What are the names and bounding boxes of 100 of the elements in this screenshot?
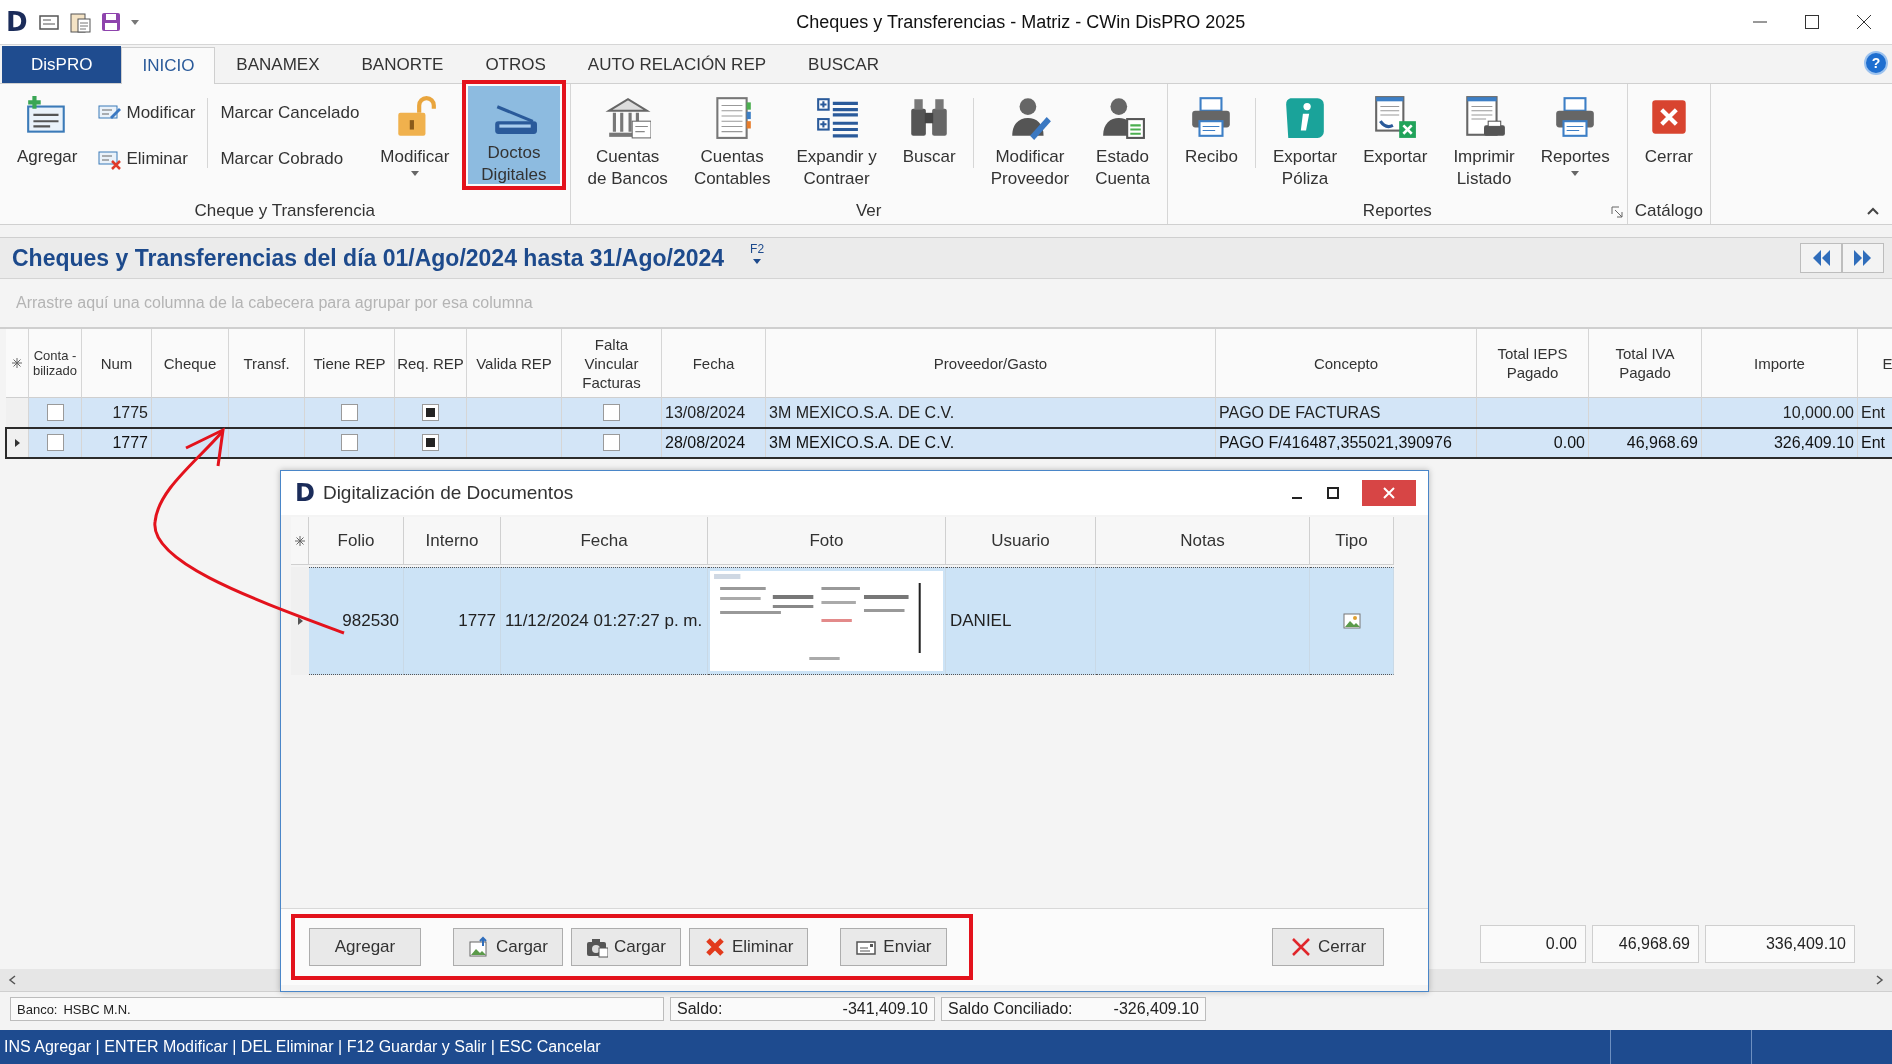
table-cell: DANIEL [946, 567, 1096, 675]
column-header[interactable]: Cheque [152, 329, 229, 398]
column-header[interactable]: Falta Vincular Facturas [562, 329, 662, 398]
column-header[interactable]: Total IVA Pagado [1589, 329, 1702, 398]
ribbon-button[interactable]: Exportar Póliza [1259, 90, 1351, 188]
column-header[interactable]: Fecha [662, 329, 766, 398]
dialog-button[interactable]: Cargar [570, 928, 681, 966]
file-tab[interactable]: DisPRO [2, 46, 122, 83]
checkbox[interactable] [341, 404, 358, 421]
save-icon[interactable] [99, 11, 122, 33]
row-indicator-icon [13, 438, 21, 447]
table-cell: 982530 [309, 567, 404, 675]
row-selector[interactable] [6, 428, 29, 457]
close-icon [1382, 486, 1396, 500]
ribbon-button[interactable]: Eliminar [98, 144, 196, 174]
close-icon[interactable] [1856, 14, 1872, 30]
column-header[interactable]: Tipo [1310, 517, 1394, 565]
clipboard-icon[interactable] [67, 10, 92, 34]
dialog-button[interactable]: Eliminar [688, 928, 809, 966]
column-header[interactable]: E [1858, 329, 1892, 398]
table-cell: 3M MEXICO.S.A. DE C.V. [766, 428, 1216, 457]
ribbon-button[interactable]: Estado Cuenta [1082, 90, 1163, 188]
close-button[interactable] [1362, 480, 1416, 506]
maximize-icon[interactable] [1326, 486, 1340, 500]
maximize-icon[interactable] [1804, 14, 1820, 30]
column-header[interactable]: Num [82, 329, 152, 398]
ribbon-button[interactable]: Recibo [1171, 90, 1251, 188]
ribbon-button[interactable]: Modificar [367, 90, 463, 188]
table-cell: 10,000.00 [1702, 398, 1858, 427]
column-header[interactable]: Tiene REP [305, 329, 395, 398]
column-header[interactable]: Concepto [1216, 329, 1477, 398]
column-header[interactable]: Interno [404, 517, 501, 565]
checkbox[interactable] [603, 434, 620, 451]
ribbon-button[interactable]: Marcar Cobrado [220, 144, 360, 174]
help-button[interactable]: ? [1864, 51, 1888, 75]
ribbon-tab[interactable]: AUTO RELACIÓN REP [566, 46, 788, 83]
grid-title: Cheques y Transferencias del día 01/Ago/2024 hasta 31/Ago/2024 [12, 244, 725, 272]
dialog-launcher-icon[interactable] [1610, 206, 1623, 218]
table-row[interactable]: 1775 13/08/2024 3M MEXICO.S.A. DE C.V. PAGO DE FACTURAS 10,000.00 Ent [6, 398, 1892, 428]
ribbon-button[interactable]: Marcar Cancelado [220, 98, 360, 128]
double-chevron-right-icon [1852, 247, 1874, 269]
ribbon-tab[interactable]: BANAMEX [215, 46, 341, 83]
ribbon-button[interactable]: Agregar [4, 90, 91, 188]
ribbon-tab[interactable]: BANORTE [340, 46, 465, 83]
column-header[interactable]: Req. REP [395, 329, 467, 398]
ribbon-button[interactable]: Doctos Digitales [468, 86, 560, 184]
scroll-left-icon[interactable] [8, 975, 18, 985]
excel-export-icon [1372, 94, 1419, 140]
status-label: Saldo: [677, 1000, 723, 1018]
scroll-right-icon[interactable] [1874, 975, 1884, 985]
column-header[interactable]: Folio [309, 517, 404, 565]
dialog-button[interactable]: Cargar [453, 928, 563, 966]
checkbox[interactable] [422, 404, 439, 421]
table-row[interactable]: 1777 28/08/2024 3M MEXICO.S.A. DE C.V. PAGO F/416487,355021,390976 0.00 46,968.69 326,409.10 Ent [6, 428, 1892, 458]
ribbon-button[interactable]: Cerrar [1631, 90, 1706, 188]
app-logo: D [6, 7, 28, 37]
column-header[interactable]: Notas [1096, 517, 1310, 565]
column-header[interactable]: Usuario [946, 517, 1096, 565]
previous-button[interactable] [1800, 243, 1842, 273]
total-cell: 46,968.69 [1592, 925, 1699, 963]
ribbon-button[interactable]: Buscar [889, 90, 969, 188]
table-cell: 3M MEXICO.S.A. DE C.V. [766, 398, 1216, 427]
ribbon-button[interactable]: Exportar [1350, 90, 1441, 188]
table-cell: 1777 [404, 567, 501, 675]
column-header[interactable]: Proveedor/Gasto [766, 329, 1216, 398]
ribbon-tab[interactable]: INICIO [121, 47, 216, 84]
row-indicator-icon [296, 617, 304, 625]
ribbon-button[interactable]: Modificar [98, 98, 196, 128]
checkbox[interactable] [46, 434, 64, 451]
column-header[interactable]: Fecha [501, 517, 708, 565]
ribbon-button[interactable]: Imprimir Listado [1440, 90, 1528, 188]
table-cell: PAGO F/416487,355021,390976 [1216, 428, 1477, 457]
checkbox[interactable] [422, 434, 439, 451]
column-header[interactable]: Valida REP [467, 329, 562, 398]
ribbon-button[interactable]: Cuentas de Bancos [574, 90, 681, 188]
next-button[interactable] [1842, 243, 1884, 273]
checkbox[interactable] [341, 434, 358, 451]
ribbon-button[interactable]: Modificar Proveedor [977, 90, 1083, 188]
ribbon-tab[interactable]: OTROS [464, 46, 567, 83]
column-header[interactable]: Foto [708, 517, 946, 565]
column-header[interactable]: Transf. [229, 329, 305, 398]
table-cell: Ent [1858, 398, 1892, 427]
total-cell: 336,409.10 [1705, 925, 1855, 963]
dialog-button[interactable]: Agregar [309, 928, 421, 966]
column-header[interactable]: Total IEPS Pagado [1477, 329, 1589, 398]
caret-icon[interactable] [129, 17, 140, 27]
ribbon-button[interactable]: Expandir y Contraer [783, 90, 890, 188]
ribbon-group-label: Cheque y Transferencia [194, 201, 375, 221]
table-row[interactable]: 982530 1777 11/12/2024 01:27:27 p. m. DANIEL [291, 567, 1428, 675]
ribbon-tab[interactable]: BUSCAR [787, 46, 900, 83]
ribbon-button[interactable]: Reportes [1527, 90, 1623, 188]
close-button[interactable]: Cerrar [1272, 928, 1384, 966]
dialog-button[interactable]: Enviar [840, 928, 947, 966]
checkbox[interactable] [46, 404, 64, 421]
table-cell: 13/08/2024 [662, 398, 766, 427]
column-header[interactable]: Importe [1702, 329, 1858, 398]
caret-icon [752, 256, 763, 266]
column-header[interactable]: Conta - bilizado [29, 329, 82, 398]
ribbon-button[interactable]: Cuentas Contables [680, 90, 784, 188]
checkbox[interactable] [603, 404, 620, 421]
